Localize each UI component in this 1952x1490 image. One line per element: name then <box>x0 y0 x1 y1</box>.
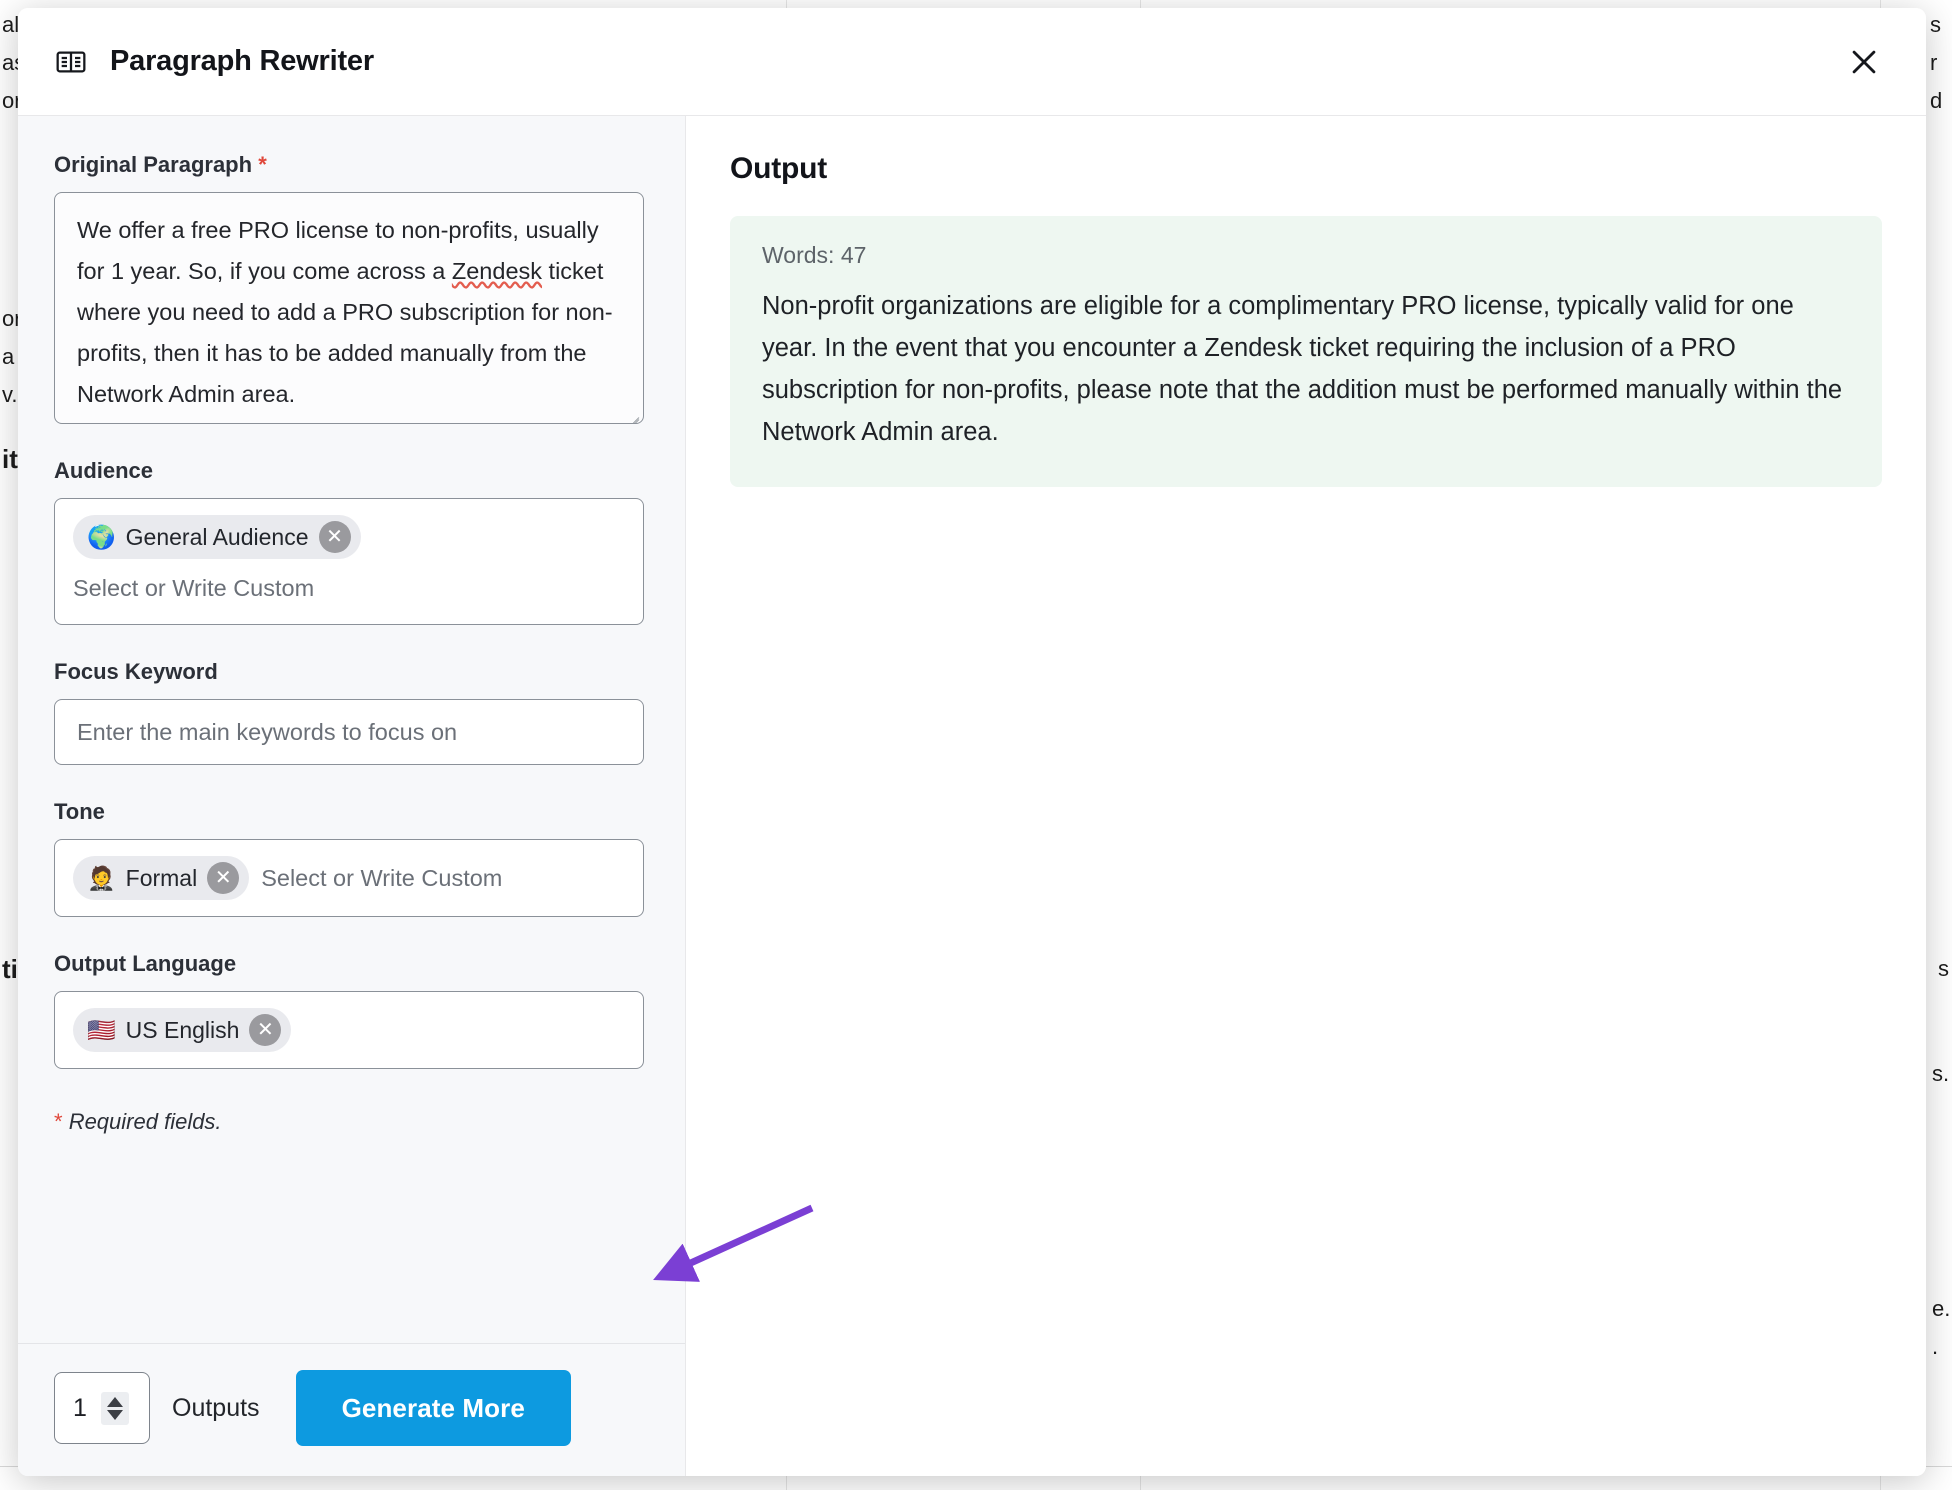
tone-placeholder: Select or Write Custom <box>261 864 503 891</box>
close-icon[interactable] <box>1838 36 1890 88</box>
generate-more-button[interactable]: Generate More <box>295 1370 571 1446</box>
field-focus-keyword: Focus Keyword <box>54 659 649 765</box>
field-audience: Audience 🌍 General Audience ✕ Select or … <box>54 458 649 625</box>
remove-tag-icon[interactable]: ✕ <box>249 1014 282 1046</box>
focus-keyword-label: Focus Keyword <box>54 659 218 684</box>
resize-handle-icon[interactable] <box>623 404 640 423</box>
tone-tag-input[interactable]: 🤵 Formal ✕ Select or Write Custom <box>54 839 644 917</box>
required-asterisk: * <box>258 152 267 177</box>
audience-placeholder: Select or Write Custom <box>73 575 315 601</box>
stepper-arrows[interactable] <box>100 1391 129 1425</box>
bg-text-fragment: s. <box>1932 1061 1950 1086</box>
field-output-language: Output Language 🇺🇸 US English ✕ <box>54 951 649 1069</box>
output-language-tag-label: US English <box>125 1016 240 1043</box>
modal-header: Paragraph Rewriter <box>18 8 1926 116</box>
focus-keyword-input[interactable] <box>54 699 644 765</box>
word-count: Words: 47 <box>762 242 867 268</box>
field-original-paragraph: Original Paragraph * We offer a free PRO… <box>54 152 649 424</box>
remove-tag-icon[interactable]: ✕ <box>207 862 240 894</box>
spinner-down-icon[interactable] <box>106 1409 123 1420</box>
bg-text-fragment: s <box>1938 956 1949 981</box>
required-fields-note: * Required fields. <box>54 1103 649 1169</box>
bg-text-fragment: al as or <box>2 12 26 113</box>
person-in-tuxedo-icon: 🤵 <box>87 864 116 891</box>
tone-tag: 🤵 Formal ✕ <box>73 856 250 900</box>
tone-tag-label: Formal <box>125 864 198 891</box>
output-panel: Output Words: 47 Non-profit organization… <box>686 116 1926 1476</box>
globe-icon: 🌍 <box>87 523 116 550</box>
output-result-card: Words: 47 Non-profit organizations are e… <box>730 216 1882 487</box>
output-language-label: Output Language <box>54 951 237 976</box>
field-tone: Tone 🤵 Formal ✕ Select or Write Custom <box>54 799 649 917</box>
original-paragraph-textarea[interactable]: We offer a free PRO license to non-profi… <box>54 192 644 424</box>
spinner-up-icon[interactable] <box>106 1396 123 1407</box>
output-paragraph-text: Non-profit organizations are eligible fo… <box>762 292 1843 446</box>
modal-body: Original Paragraph * We offer a free PRO… <box>18 116 1926 1476</box>
bg-text-fragment: s r d <box>1930 12 1943 113</box>
remove-tag-icon[interactable]: ✕ <box>318 521 351 553</box>
paragraph-rewriter-modal: Paragraph Rewriter Original Paragraph * … <box>18 8 1926 1476</box>
output-title: Output <box>730 152 828 185</box>
output-language-tag-input[interactable]: 🇺🇸 US English ✕ <box>54 991 644 1069</box>
required-note-text: Required fields. <box>68 1109 222 1134</box>
original-paragraph-label: Original Paragraph * <box>54 152 267 177</box>
audience-label: Audience <box>54 458 154 483</box>
page-title: Paragraph Rewriter <box>110 45 374 77</box>
form-fields: Original Paragraph * We offer a free PRO… <box>18 116 685 1343</box>
output-language-tag: 🇺🇸 US English ✕ <box>73 1008 292 1052</box>
outputs-count-stepper[interactable]: 1 <box>54 1372 150 1444</box>
outputs-label: Outputs <box>172 1393 260 1422</box>
required-note-asterisk: * <box>54 1109 63 1134</box>
article-book-icon <box>54 45 88 79</box>
tone-label: Tone <box>54 799 105 824</box>
outputs-count-value: 1 <box>73 1393 87 1422</box>
form-footer: 1 Outputs Generate More <box>18 1343 685 1476</box>
misspelled-word: Zendesk <box>451 258 543 284</box>
audience-tag-input[interactable]: 🌍 General Audience ✕ Select or Write Cus… <box>54 498 644 625</box>
audience-tag-label: General Audience <box>125 523 309 550</box>
audience-tag-row: 🌍 General Audience ✕ <box>73 515 625 559</box>
us-flag-icon: 🇺🇸 <box>87 1016 116 1043</box>
bg-text-fragment: e. . <box>1932 1296 1951 1359</box>
form-panel: Original Paragraph * We offer a free PRO… <box>18 116 686 1476</box>
audience-tag: 🌍 General Audience ✕ <box>73 515 361 559</box>
